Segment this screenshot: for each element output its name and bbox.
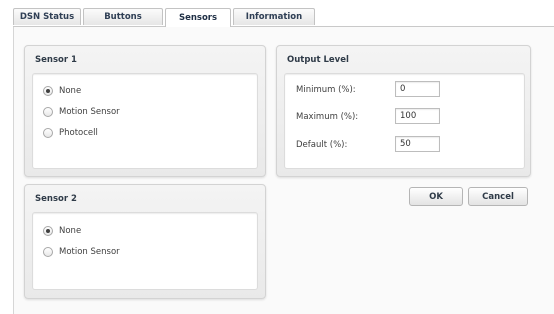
sensor1-title: Sensor 1 bbox=[35, 55, 77, 65]
sensor2-option-motion-sensor[interactable]: Motion Sensor bbox=[43, 247, 120, 257]
default-input[interactable] bbox=[395, 136, 440, 152]
radio-button-selected[interactable] bbox=[43, 226, 53, 236]
tab-dsn-status[interactable]: DSN Status bbox=[13, 8, 81, 25]
default-label: Default (%): bbox=[296, 140, 348, 150]
sensor1-options: None Motion Sensor Photocell bbox=[32, 73, 258, 169]
radio-button[interactable] bbox=[43, 247, 53, 257]
sensor1-option-photocell[interactable]: Photocell bbox=[43, 128, 98, 138]
sensor2-option-label: None bbox=[59, 226, 82, 236]
ok-button[interactable]: OK bbox=[409, 187, 463, 206]
output-level-fields: Minimum (%): Maximum (%): Default (%): bbox=[284, 73, 525, 169]
cancel-button[interactable]: Cancel bbox=[468, 187, 528, 206]
minimum-input[interactable] bbox=[395, 81, 440, 97]
minimum-label: Minimum (%): bbox=[296, 85, 356, 95]
radio-button[interactable] bbox=[43, 107, 53, 117]
sensor2-panel: Sensor 2 None Motion Sensor bbox=[24, 184, 266, 299]
sensor2-options: None Motion Sensor bbox=[32, 212, 258, 290]
radio-button[interactable] bbox=[43, 128, 53, 138]
sensor1-panel: Sensor 1 None Motion Sensor Photocell bbox=[24, 45, 266, 177]
maximum-input[interactable] bbox=[395, 108, 440, 124]
sensor1-option-label: Photocell bbox=[59, 128, 98, 138]
tab-information[interactable]: Information bbox=[233, 8, 315, 25]
sensor2-option-label: Motion Sensor bbox=[59, 247, 120, 257]
sensor1-option-label: None bbox=[59, 86, 82, 96]
tab-sensors[interactable]: Sensors bbox=[165, 8, 231, 27]
output-level-panel: Output Level Minimum (%): Maximum (%): D… bbox=[276, 45, 531, 177]
maximum-label: Maximum (%): bbox=[296, 112, 359, 122]
output-level-title: Output Level bbox=[287, 55, 349, 65]
tab-buttons[interactable]: Buttons bbox=[83, 8, 163, 25]
sensor1-option-label: Motion Sensor bbox=[59, 107, 120, 117]
tab-bar: DSN Status Buttons Sensors Information bbox=[13, 8, 554, 27]
sensor1-option-motion-sensor[interactable]: Motion Sensor bbox=[43, 107, 120, 117]
radio-button-selected[interactable] bbox=[43, 86, 53, 96]
sensor1-option-none[interactable]: None bbox=[43, 86, 81, 96]
sensor2-title: Sensor 2 bbox=[35, 194, 77, 204]
sensor2-option-none[interactable]: None bbox=[43, 226, 81, 236]
